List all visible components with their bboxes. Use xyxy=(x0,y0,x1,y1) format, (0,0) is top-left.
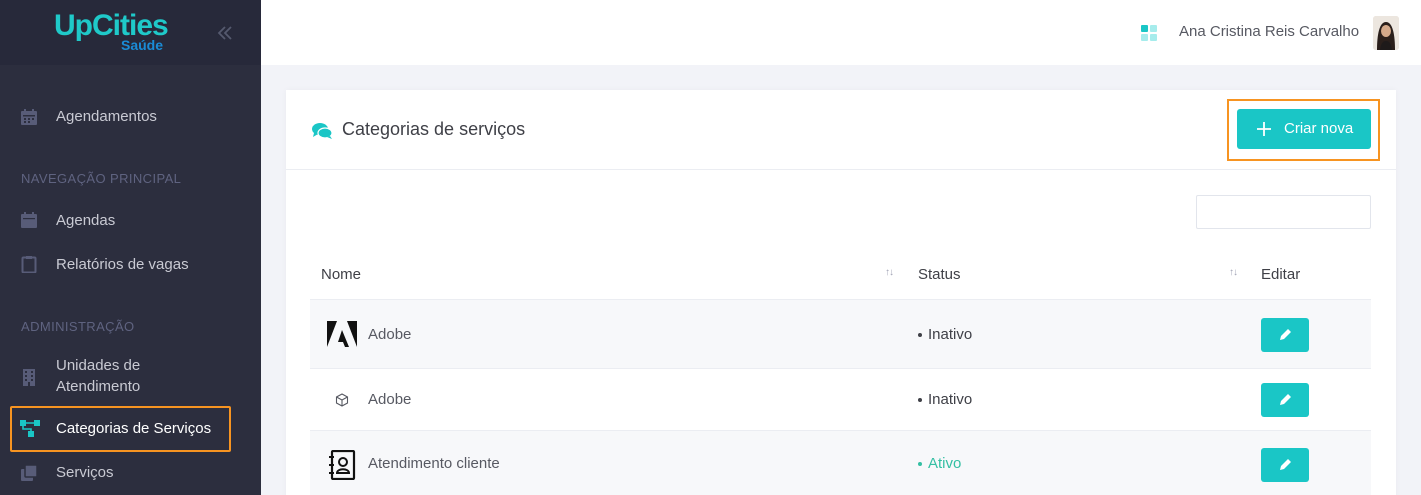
card-header: Categorias de serviços Criar nova xyxy=(286,90,1396,170)
edit-button[interactable] xyxy=(1261,318,1309,352)
topbar: Ana Cristina Reis Carvalho xyxy=(261,0,1421,65)
table-row: Atendimento cliente Ativo xyxy=(310,430,1371,495)
status-badge: Inativo xyxy=(918,391,972,408)
sidebar-item-label: Relatórios de vagas xyxy=(56,256,189,273)
sidebar-item-agendamentos[interactable]: Agendamentos xyxy=(0,106,261,127)
status-dot xyxy=(918,397,922,402)
status-label: Ativo xyxy=(928,455,962,472)
sidebar-item-agendas[interactable]: Agendas xyxy=(0,210,261,231)
cube-icon xyxy=(326,384,358,416)
category-name: Adobe xyxy=(368,391,412,408)
status-badge: Ativo xyxy=(918,455,961,472)
search-input[interactable] xyxy=(1196,195,1371,229)
status-label: Inativo xyxy=(928,326,973,343)
logo[interactable]: UpCities Saúde xyxy=(54,11,169,53)
section-title-navegacao: NAVEGAÇÃO PRINCIPAL xyxy=(21,171,182,186)
sitemap-icon xyxy=(20,420,40,438)
sidebar-item-label: Unidades de Atendimento xyxy=(56,357,141,395)
sidebar-item-label: Categorias de Serviços xyxy=(56,420,212,437)
avatar[interactable] xyxy=(1373,16,1399,50)
contact-book-icon xyxy=(326,449,358,481)
collapse-sidebar-icon[interactable] xyxy=(214,22,236,44)
adobe-icon xyxy=(326,318,358,350)
page-title: Categorias de serviços xyxy=(342,119,526,139)
create-new-label: Criar nova xyxy=(1284,120,1354,137)
calendar-icon xyxy=(20,108,38,126)
clipboard-icon xyxy=(20,255,38,274)
sidebar-item-label: Agendamentos xyxy=(56,108,157,125)
status-dot xyxy=(918,332,922,337)
column-header-nome[interactable]: Nome xyxy=(321,266,361,283)
table-row: Adobe Inativo xyxy=(310,299,1371,368)
column-header-status[interactable]: Status xyxy=(918,266,961,283)
sidebar-item-label: Serviços xyxy=(56,464,114,481)
sidebar: UpCities Saúde Agendamentos NAVEGAÇÃO PR… xyxy=(0,0,261,495)
user-name[interactable]: Ana Cristina Reis Carvalho xyxy=(1179,23,1359,40)
column-header-editar: Editar xyxy=(1261,266,1301,283)
status-label: Inativo xyxy=(928,391,973,408)
sidebar-item-relatorios[interactable]: Relatórios de vagas xyxy=(0,254,261,275)
section-title-administracao: ADMINISTRAÇÃO xyxy=(21,319,135,334)
edit-button[interactable] xyxy=(1261,448,1309,482)
plus-icon xyxy=(1255,120,1273,138)
building-icon xyxy=(20,368,38,386)
sidebar-item-servicos[interactable]: Serviços xyxy=(0,462,261,483)
apps-grid-icon[interactable] xyxy=(1141,25,1157,41)
sidebar-item-categorias[interactable]: Categorias de Serviços xyxy=(0,418,261,439)
calendar-icon xyxy=(20,211,38,229)
brand-header: UpCities Saúde xyxy=(0,0,261,65)
sort-icon[interactable]: ↑↓ xyxy=(885,267,894,278)
pencil-icon xyxy=(1280,329,1291,340)
category-name: Atendimento cliente xyxy=(368,455,500,472)
table-row: Adobe Inativo xyxy=(310,368,1371,430)
edit-button[interactable] xyxy=(1261,383,1309,417)
pencil-icon xyxy=(1280,459,1291,470)
logo-subtitle: Saúde xyxy=(121,37,164,53)
comments-icon xyxy=(311,122,333,140)
create-new-button[interactable]: Criar nova xyxy=(1237,109,1371,149)
status-badge: Inativo xyxy=(918,326,972,343)
sidebar-item-label: Agendas xyxy=(56,212,116,229)
category-name: Adobe xyxy=(368,326,412,343)
pencil-icon xyxy=(1280,394,1291,405)
categories-card: Categorias de serviços Criar nova Nome ↑… xyxy=(286,90,1396,495)
sidebar-item-unidades[interactable]: Unidades de Atendimento xyxy=(0,355,261,397)
layers-icon xyxy=(20,464,38,482)
status-dot xyxy=(918,461,922,466)
sort-icon[interactable]: ↑↓ xyxy=(1229,267,1238,278)
